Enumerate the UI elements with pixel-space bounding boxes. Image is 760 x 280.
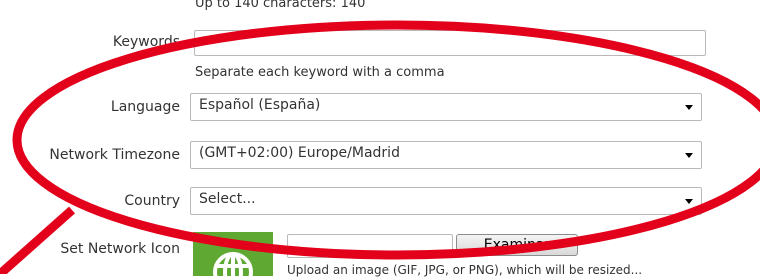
timezone-label: Network Timezone — [49, 147, 180, 163]
file-path-input[interactable] — [287, 234, 453, 258]
chevron-down-icon — [685, 153, 693, 158]
timezone-select[interactable]: (GMT+02:00) Europe/Madrid — [190, 141, 702, 169]
keywords-input[interactable] — [194, 30, 706, 56]
language-select[interactable]: Español (España) — [190, 93, 702, 121]
country-label: Country — [124, 193, 180, 209]
globe-icon — [213, 252, 253, 280]
chevron-down-icon — [685, 105, 693, 110]
language-selected-value: Español (España) — [199, 97, 321, 113]
country-select[interactable]: Select... — [190, 187, 702, 215]
language-label: Language — [110, 99, 180, 115]
network-icon-preview — [193, 232, 273, 280]
timezone-selected-value: (GMT+02:00) Europe/Madrid — [199, 145, 400, 161]
network-icon-label: Set Network Icon — [60, 241, 180, 257]
chevron-down-icon — [685, 199, 693, 204]
browse-file-button[interactable]: Examinar — [456, 234, 578, 256]
keywords-label: Keywords — [112, 34, 180, 50]
title-char-hint: Up to 140 characters: 140 — [195, 0, 366, 11]
country-selected-value: Select... — [199, 191, 256, 207]
keywords-hint: Separate each keyword with a comma — [195, 65, 445, 80]
annotation-ellipse — [12, 20, 760, 260]
icon-upload-note: Upload an image (GIF, JPG, or PNG), whic… — [287, 263, 643, 277]
